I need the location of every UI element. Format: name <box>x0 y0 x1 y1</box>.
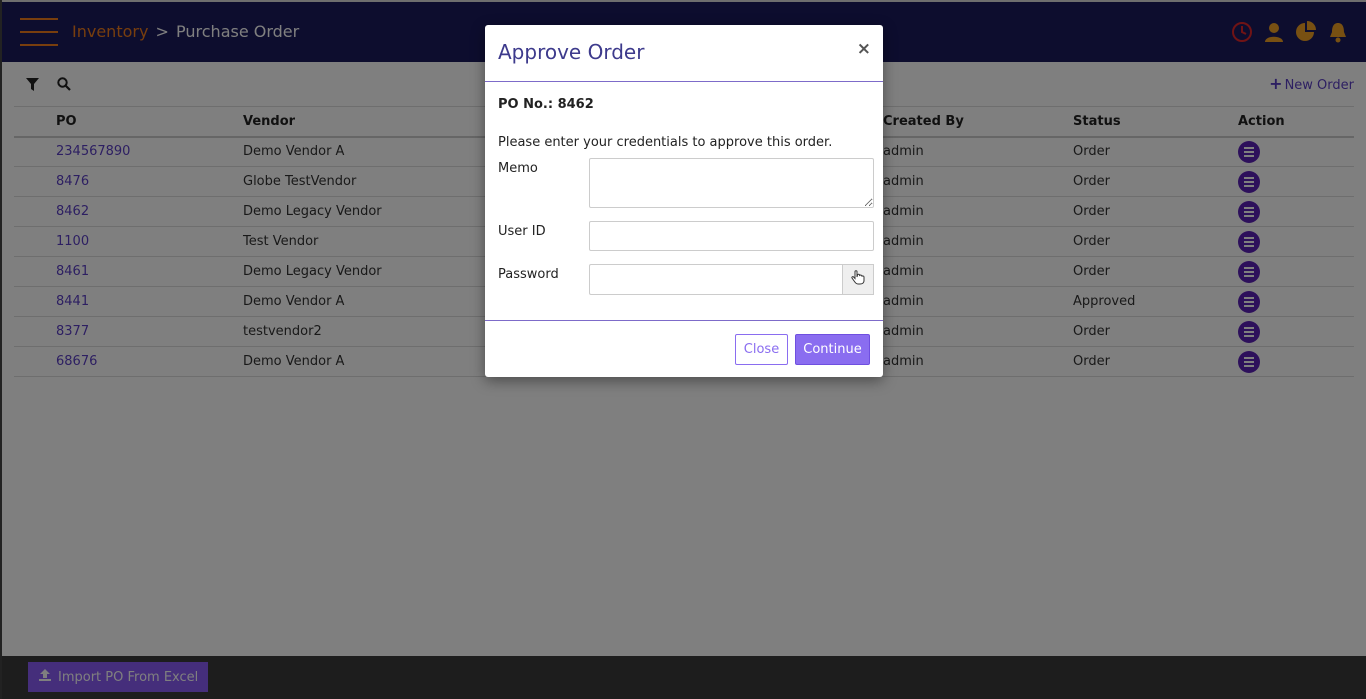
password-field[interactable] <box>589 264 843 295</box>
dialog-title: Approve Order <box>498 40 645 64</box>
approve-order-dialog: Approve Order × PO No.: 8462 Please ente… <box>485 25 883 377</box>
instruction-text: Please enter your credentials to approve… <box>498 135 833 150</box>
show-password-button[interactable] <box>842 264 874 295</box>
password-label: Password <box>498 267 559 282</box>
continue-button[interactable]: Continue <box>795 334 870 365</box>
memo-field[interactable] <box>589 158 874 208</box>
user-id-label: User ID <box>498 224 546 239</box>
window-edge <box>0 0 2 699</box>
po-number: PO No.: 8462 <box>498 97 594 112</box>
dialog-header: Approve Order × <box>485 25 883 82</box>
dialog-footer: Close Continue <box>485 320 883 377</box>
memo-label: Memo <box>498 161 538 176</box>
close-icon[interactable]: × <box>857 39 871 59</box>
pointer-hand-icon <box>851 270 865 289</box>
dialog-body: PO No.: 8462 Please enter your credentia… <box>485 82 883 320</box>
user-id-field[interactable] <box>589 221 874 251</box>
close-button[interactable]: Close <box>735 334 788 365</box>
